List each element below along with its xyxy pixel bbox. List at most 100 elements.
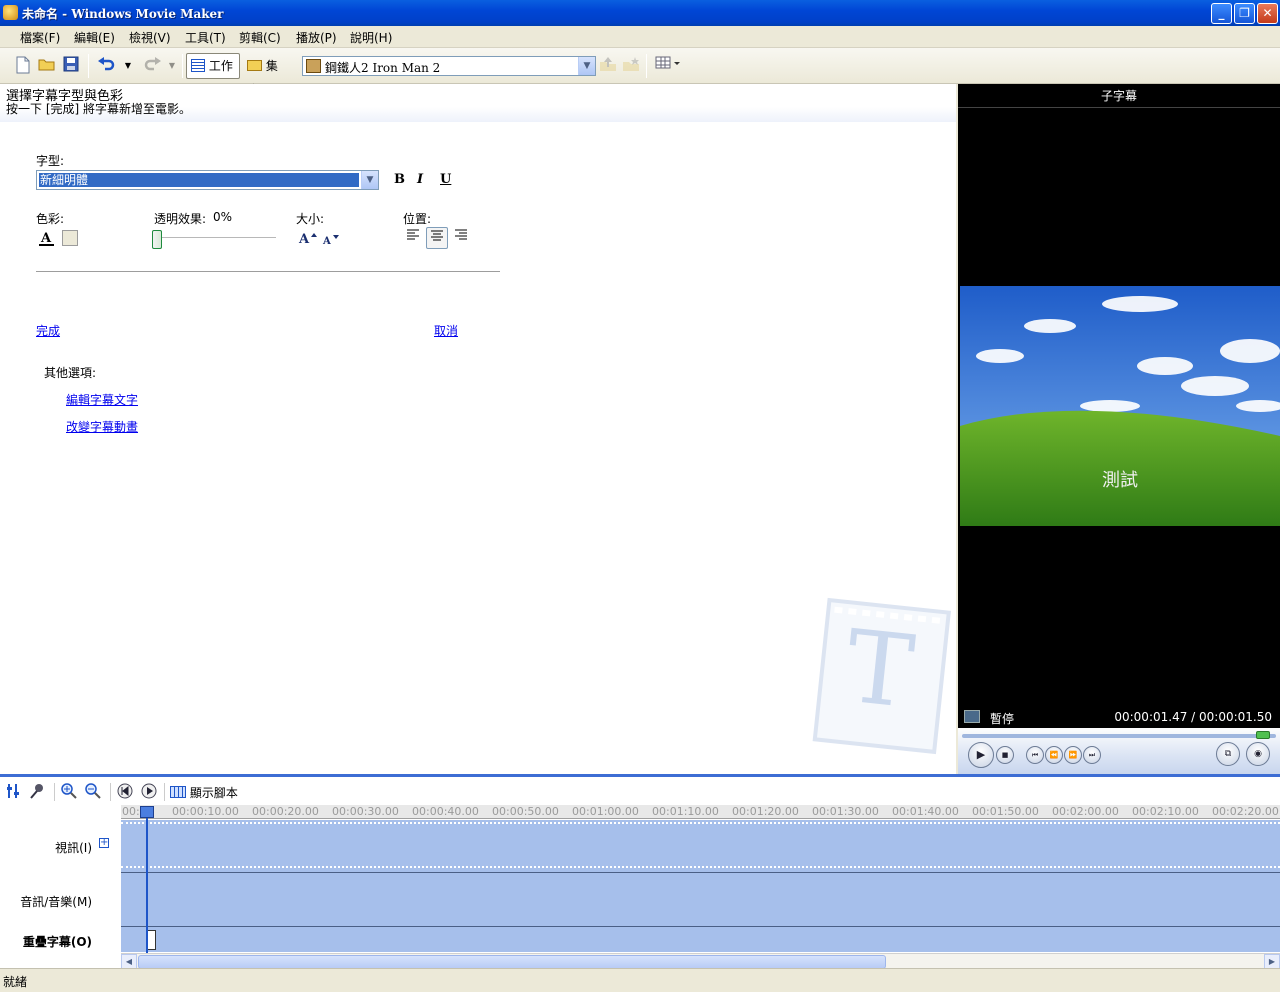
ruler-tick: 00:02:10.00 [1132, 805, 1199, 818]
playhead[interactable] [146, 807, 148, 953]
svg-text:T: T [841, 608, 920, 731]
transparency-slider-track[interactable] [158, 237, 276, 239]
menu-view[interactable]: 檢視(V) [127, 29, 173, 46]
undo-icon[interactable] [97, 56, 117, 76]
align-left-icon[interactable] [402, 227, 424, 249]
ruler-tick: 00:01:10.00 [652, 805, 719, 818]
transparency-slider-thumb[interactable] [152, 230, 162, 249]
save-icon[interactable] [61, 56, 81, 76]
views-icon[interactable] [654, 56, 682, 76]
svg-text:A: A [298, 232, 310, 246]
track-marker-line [121, 866, 1280, 868]
ruler-tick: 00:01:20.00 [732, 805, 799, 818]
redo-icon[interactable] [142, 56, 162, 76]
zoom-in-icon[interactable] [60, 783, 78, 801]
collection-select[interactable]: 鋼鐵人2 Iron Man 2 ▼ [302, 56, 596, 76]
increase-size-icon[interactable]: A [298, 230, 318, 248]
restore-button[interactable]: ❐ [1234, 3, 1255, 24]
position-label: 位置: [403, 212, 432, 226]
ruler-tick: 00:00:50.00 [492, 805, 559, 818]
open-folder-icon[interactable] [37, 56, 57, 76]
ruler-tick: 00:02:00.00 [1052, 805, 1119, 818]
menu-edit[interactable]: 編輯(E) [72, 29, 117, 46]
chevron-down-icon[interactable]: ▼ [361, 171, 378, 189]
edit-title-text-link[interactable]: 編輯字幕文字 [66, 391, 138, 408]
collection-icon [306, 59, 321, 73]
timeline-panel: 顯示腳本 00:00 00:00:10.00 00:00:20.00 00:00:30… [0, 774, 1280, 970]
preview-title: 子字幕 [958, 84, 1280, 108]
playback-controls: ▶ ■ ⏮ ⏪ ⏩ ⏭ ⧉ ◉ [958, 728, 1280, 774]
decrease-size-icon[interactable]: A [322, 232, 342, 248]
seek-thumb[interactable] [1256, 731, 1270, 739]
title-overlay-clip[interactable] [147, 930, 156, 950]
up-level-icon[interactable] [598, 56, 618, 76]
timeline-ruler[interactable]: 00:00 00:00:10.00 00:00:20.00 00:00:30.00 00… [121, 805, 1280, 819]
font-value: 新細明體 [39, 173, 359, 187]
video-track-label: 視訊(I) [55, 841, 92, 855]
font-select[interactable]: 新細明體 ▼ [36, 170, 379, 190]
video-track[interactable] [121, 820, 1280, 872]
task-pane: 選擇字幕字型與色彩 按一下 [完成] 將字幕新增至電影。 字型: 新細明體 ▼ … [0, 84, 956, 774]
rewind-timeline-icon[interactable] [116, 783, 134, 801]
new-file-icon[interactable] [13, 56, 33, 76]
stop-button[interactable]: ■ [996, 746, 1014, 764]
narrate-microphone-icon[interactable] [28, 783, 46, 801]
tasks-label: 工作 [208, 59, 233, 73]
preview-image: 測試 [960, 286, 1280, 526]
color-label: 色彩: [36, 212, 65, 226]
status-bar: 就緒 [0, 968, 1280, 992]
forward-icon[interactable]: ⏩ [1064, 746, 1082, 764]
align-right-icon[interactable] [450, 227, 472, 249]
svg-text:A: A [322, 236, 331, 247]
next-frame-icon[interactable]: ⏭ [1083, 746, 1101, 764]
play-button[interactable]: ▶ [968, 742, 994, 768]
audio-track[interactable] [121, 873, 1280, 926]
rewind-icon[interactable]: ⏪ [1045, 746, 1063, 764]
close-button[interactable]: ✕ [1257, 3, 1278, 24]
change-title-animation-link[interactable]: 改變字幕動畫 [66, 418, 138, 435]
preview-caption: 測試 [1102, 470, 1138, 491]
bold-button[interactable]: B [394, 172, 405, 187]
track-marker-line [121, 822, 1280, 824]
scroll-thumb[interactable] [138, 955, 886, 969]
zoom-out-icon[interactable] [84, 783, 102, 801]
play-timeline-icon[interactable] [140, 783, 158, 801]
italic-button[interactable]: I [417, 172, 423, 187]
show-storyboard-button[interactable]: 顯示腳本 [170, 784, 238, 801]
title-overlay-track[interactable] [121, 927, 1280, 952]
filmstrip-icon [170, 786, 186, 798]
ruler-tick: 00:00:10.00 [172, 805, 239, 818]
toolbar-separator [110, 783, 111, 801]
tasks-button[interactable]: 工作 [186, 53, 240, 79]
split-clip-icon[interactable]: ⧉ [1216, 742, 1240, 766]
underline-button[interactable]: U [440, 172, 451, 187]
menu-help[interactable]: 說明(H) [348, 29, 394, 46]
cancel-link[interactable]: 取消 [434, 322, 458, 339]
menu-clip[interactable]: 剪輯(C) [237, 29, 283, 46]
collections-button[interactable]: 集合 [242, 53, 294, 97]
background-color-swatch[interactable] [62, 230, 78, 246]
fullscreen-icon[interactable] [964, 710, 980, 723]
redo-dropdown-icon[interactable]: ▼ [162, 56, 182, 76]
chevron-down-icon[interactable]: ▼ [578, 57, 595, 75]
menu-tools[interactable]: 工具(T) [183, 29, 228, 46]
seek-bar[interactable] [962, 734, 1276, 738]
new-collection-folder-icon[interactable] [621, 56, 641, 76]
audio-track-label: 音訊/音樂(M) [20, 895, 92, 909]
expand-icon[interactable]: + [99, 838, 109, 848]
menu-play[interactable]: 播放(P) [294, 29, 339, 46]
done-link[interactable]: 完成 [36, 322, 60, 339]
set-audio-levels-icon[interactable] [4, 783, 22, 801]
folder-icon [247, 60, 262, 71]
previous-frame-icon[interactable]: ⏮ [1026, 746, 1044, 764]
text-color-icon[interactable]: A [38, 229, 56, 247]
minimize-button[interactable]: _ [1211, 3, 1232, 24]
toolbar: ▼ ▼ 工作 集合 鋼鐵人2 Iron Man 2 ▼ [0, 48, 1280, 97]
window-title: 未命名 - Windows Movie Maker [22, 7, 224, 21]
align-center-icon[interactable] [426, 227, 448, 249]
playhead-handle[interactable] [140, 806, 154, 818]
undo-dropdown-icon[interactable]: ▼ [118, 56, 138, 76]
toolbar-separator [646, 54, 647, 78]
camera-snapshot-icon[interactable]: ◉ [1246, 742, 1270, 766]
menu-file[interactable]: 檔案(F) [18, 29, 62, 46]
